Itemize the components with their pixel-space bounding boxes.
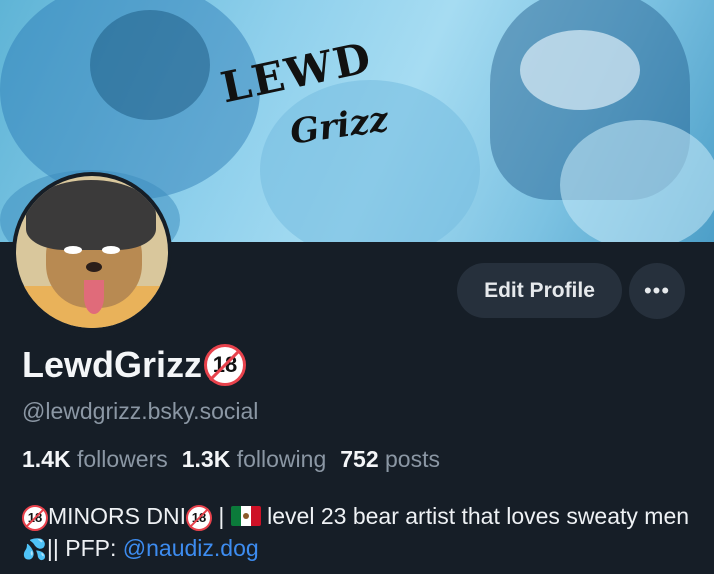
avatar[interactable] [12, 172, 172, 332]
banner-art [520, 30, 640, 110]
ellipsis-icon: ••• [643, 278, 671, 303]
avatar-image [16, 176, 168, 328]
profile-bio: 18MINORS DNI18 | level 23 bear artist th… [22, 503, 690, 561]
under-18-icon: 18 [204, 344, 247, 386]
pfp-credit-link[interactable]: @naudiz.dog [123, 535, 259, 561]
mexico-flag-icon [230, 506, 261, 526]
banner-logo: LEWD Grizz [200, 33, 430, 168]
under-18-icon: 18 [22, 504, 48, 531]
following-stat[interactable]: 1.3K following [182, 446, 326, 473]
edit-profile-button[interactable]: Edit Profile [457, 263, 622, 318]
banner-art [90, 10, 210, 120]
display-name-text: LewdGrizz [22, 344, 203, 385]
banner-art [560, 120, 714, 242]
followers-stat[interactable]: 1.4K followers [22, 446, 168, 473]
bio-minors-text: MINORS DNI [48, 503, 186, 529]
profile-handle: @lewdgrizz.bsky.social [22, 398, 259, 424]
sweat-droplets-icon: 💦 [22, 539, 47, 561]
bio-level-text: level 23 bear artist that loves sweaty m… [260, 503, 690, 529]
display-name: LewdGrizz 18 [22, 344, 247, 386]
more-options-button[interactable]: ••• [629, 263, 685, 319]
banner-logo-line2: Grizz [287, 99, 391, 153]
bio-pfp-prefix: || PFP: [46, 535, 123, 561]
profile-stats: 1.4K followers 1.3K following 752 posts [22, 446, 440, 473]
under-18-icon: 18 [186, 504, 212, 531]
posts-stat: 752 posts [340, 446, 440, 472]
